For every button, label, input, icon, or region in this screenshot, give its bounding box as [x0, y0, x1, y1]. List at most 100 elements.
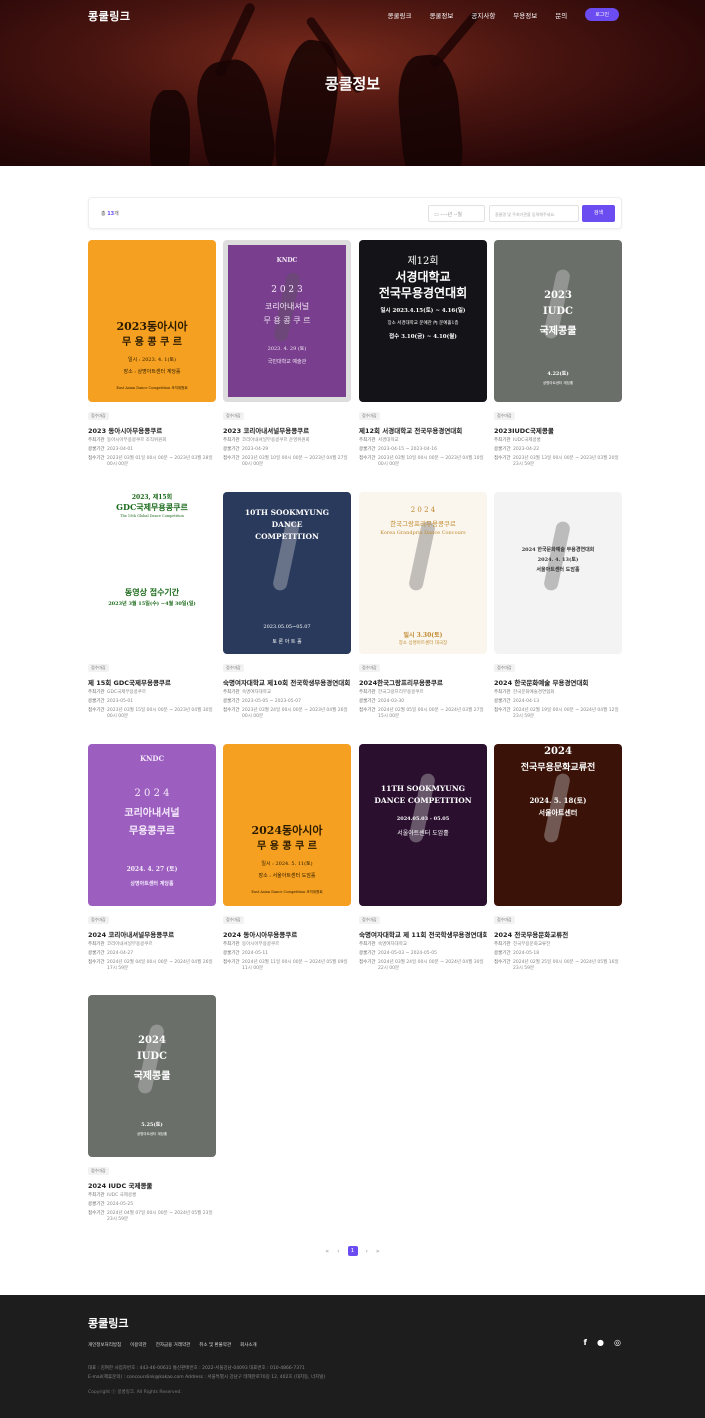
concours-card[interactable]: 2 0 2 4 한국그랑프리무용콩쿠르 Korea Grandprix Dance … — [359, 492, 487, 720]
info-label: 접수기간 — [359, 960, 376, 965]
instagram-icon[interactable]: ◎ — [614, 1338, 621, 1347]
first-page-button[interactable]: « — [325, 1248, 329, 1255]
concours-card[interactable]: 2023동아시아 무 용 콩 쿠 르 일시 : 2023. 4. 1(토) 장소 : … — [88, 240, 216, 468]
concours-card[interactable]: 2023, 제15회 GDC국제무용콩쿠르 The 15th Global Danc… — [88, 492, 216, 720]
search-button[interactable]: 검색 — [582, 205, 615, 222]
status-badge: 접수마감 — [88, 664, 109, 672]
info-row: 콩쿨기간 2023-04-29 — [223, 447, 351, 453]
menu-item-concours-info[interactable]: 콩쿨정보 — [429, 10, 453, 20]
poster-text: 무 용 콩 쿠 르 — [263, 316, 311, 325]
info-value: 동아시아무용콩쿠르 조직위원회 — [107, 438, 167, 443]
concours-poster[interactable]: 10TH SOOKMYUNG DANCE COMPETITION 2023.05.05… — [223, 492, 351, 654]
chat-icon[interactable]: ● — [597, 1338, 604, 1347]
info-value: 한국그랑프리무용콩쿠르 — [378, 690, 424, 695]
concours-poster[interactable]: 2024 한국문화예술 무용경연대회 2024. 4. 13(토) 서울아트센터 도… — [494, 492, 622, 654]
info-value: 2024년 02월 25일 00시 00분 ~ 2024년 05월 16일 23… — [513, 960, 619, 971]
concours-title[interactable]: 2024 IUDC 국제콩쿨 — [88, 1180, 216, 1190]
concours-title[interactable]: 2024 전국무용문화교류전 — [494, 929, 622, 939]
info-row: 주최기관 동아시아무용콩쿠르 — [223, 942, 351, 948]
concours-card[interactable]: 10TH SOOKMYUNG DANCE COMPETITION 2023.05.05… — [223, 492, 351, 720]
concours-card[interactable]: 2024 IUDC 국제콩쿨 5.25(토) 상명아트센터 계당홀 접수마감 2024 IU… — [88, 995, 216, 1223]
info-label: 주최기관 — [494, 690, 511, 695]
info-label: 콩쿨기간 — [359, 951, 376, 956]
next-page-button[interactable]: › — [366, 1248, 368, 1255]
concours-title[interactable]: 숙명여자대학교 제 11회 전국학생무용경연대회 — [359, 929, 487, 939]
concours-poster[interactable]: 2023 IUDC 국제콩쿨 4.22(토) 상명아트센터 계당홀 — [494, 240, 622, 402]
concours-title[interactable]: 2024 한국문화예술 무용경연대회 — [494, 677, 622, 687]
concours-title[interactable]: 2023 코리아내셔널무용콩쿠르 — [223, 425, 351, 435]
search-input[interactable]: 콩쿨명 및 주최기관을 입력해주세요. — [489, 205, 579, 222]
concours-title[interactable]: 2023 동아시아무용콩쿠르 — [88, 425, 216, 435]
concours-card[interactable]: 2024 전국무용문화교류전 2024. 5. 18(토) 서울아트센터 접수마감 202… — [494, 744, 622, 972]
concours-title[interactable]: 제12회 서경대학교 전국무용경연대회 — [359, 425, 487, 435]
poster-text: IUDC — [542, 306, 574, 317]
info-row: 주최기관 한국문화예술경연협회 — [494, 690, 622, 696]
concours-title[interactable]: 2023IUDC국제콩쿨 — [494, 425, 622, 435]
concours-poster[interactable]: 11TH SOOKMYUNG DANCE COMPETITION 2024.05.0… — [359, 744, 487, 906]
menu-item-concourslink[interactable]: 콩쿨링크 — [388, 10, 412, 20]
pagination: « ‹ 1 › » — [0, 1246, 705, 1256]
info-label: 접수기간 — [359, 708, 376, 713]
info-label: 콩쿨기간 — [88, 951, 105, 956]
concours-card[interactable]: 제12회 서경대학교 전국무용경연대회 일시 2023.4.15(토) ~ 4.16(… — [359, 240, 487, 468]
concours-card[interactable]: KNDC 2 0 2 3 코리아내셔널 무 용 콩 쿠 르 2023. 4. 29 (토… — [223, 240, 351, 468]
facebook-icon[interactable]: f — [584, 1338, 587, 1347]
concours-card[interactable]: 2024동아시아 무 용 콩 쿠 르 일시 : 2024. 5. 11(토) 장소 :… — [223, 744, 351, 972]
info-row: 접수기간 2024년 03월 11일 00시 00분 ~ 2024년 05월 09… — [223, 960, 351, 972]
info-value: 2024년 03월 11일 00시 00분 ~ 2024년 05월 09일 11… — [242, 960, 348, 971]
concours-poster[interactable]: 2023동아시아 무 용 콩 쿠 르 일시 : 2023. 4. 1(토) 장소 : … — [88, 240, 216, 402]
menu-item-dance-info[interactable]: 무용정보 — [513, 10, 537, 20]
concours-card[interactable]: 2023 IUDC 국제콩쿨 4.22(토) 상명아트센터 계당홀 접수마감 2023IUD… — [494, 240, 622, 468]
info-label: 주최기관 — [223, 438, 240, 443]
info-row: 접수기간 2024년 04월 07일 00시 00분 ~ 2024년 05월 23… — [88, 1211, 216, 1223]
menu-item-inquiry[interactable]: 문의 — [555, 10, 567, 20]
concours-poster[interactable]: 2024 전국무용문화교류전 2024. 5. 18(토) 서울아트센터 — [494, 744, 622, 906]
concours-poster[interactable]: KNDC 2 0 2 3 코리아내셔널 무 용 콩 쿠 르 2023. 4. 29 (토… — [223, 240, 351, 402]
site-logo[interactable]: 콩쿨링크 — [88, 8, 130, 24]
page-1-button[interactable]: 1 — [347, 1246, 358, 1256]
footer-link-finance-terms[interactable]: 전자금융 거래약관 — [156, 1342, 191, 1348]
poster-text: 서울아트센터 — [538, 808, 578, 817]
info-label: 콩쿨기간 — [223, 699, 240, 704]
copyright: Copyright ⓒ 콩쿨링크. All Rights Reserved. — [88, 1390, 182, 1395]
info-row: 콩쿨기간 2024-05-18 — [494, 951, 622, 957]
concours-poster[interactable]: 2024 IUDC 국제콩쿨 5.25(토) 상명아트센터 계당홀 — [88, 995, 216, 1157]
poster-text: 장소 : 상명아트센터 계당홀 — [123, 369, 181, 375]
concours-poster[interactable]: 2023, 제15회 GDC국제무용콩쿠르 The 15th Global Danc… — [88, 492, 216, 654]
poster-text: 2024 — [544, 746, 572, 757]
poster-text: Korea Grandprix Dance Concours — [380, 530, 466, 536]
info-row: 주최기관 한국그랑프리무용콩쿠르 — [359, 690, 487, 696]
poster-text: 서울아트센터 도암홀 — [536, 567, 580, 573]
concours-poster[interactable]: 제12회 서경대학교 전국무용경연대회 일시 2023.4.15(토) ~ 4.16(… — [359, 240, 487, 402]
month-picker[interactable]: ▭ ----년 --월 — [428, 205, 485, 222]
login-button[interactable]: 로그인 — [585, 8, 619, 21]
info-value: 2024-05-03 ~ 2024-05-05 — [378, 951, 437, 956]
poster-text: 서경대학교 — [395, 270, 451, 284]
footer-link-refund[interactable]: 취소 및 환불약관 — [199, 1342, 231, 1348]
prev-page-button[interactable]: ‹ — [337, 1248, 339, 1255]
concours-card[interactable]: KNDC 2 0 2 4 코리아내셔널 무용콩쿠르 2024. 4. 27 (토) 상명아… — [88, 744, 216, 972]
poster-text: 2024.05.03 - 05.05 — [396, 816, 450, 822]
concours-poster[interactable]: KNDC 2 0 2 4 코리아내셔널 무용콩쿠르 2024. 4. 27 (토) 상명아… — [88, 744, 216, 906]
footer-logo: 콩쿨링크 — [88, 1317, 129, 1330]
concours-title[interactable]: 제 15회 GDC국제무용콩쿠르 — [88, 677, 216, 687]
footer-link-privacy[interactable]: 개인정보처리방침 — [88, 1342, 121, 1348]
concours-title[interactable]: 2024 동아시아무용콩쿠르 — [223, 929, 351, 939]
poster-text: 장소 : 서울아트센터 도암홀 — [258, 873, 316, 879]
footer-link-terms[interactable]: 이용약관 — [130, 1342, 147, 1348]
concours-poster[interactable]: 2024동아시아 무 용 콩 쿠 르 일시 : 2024. 5. 11(토) 장소 :… — [223, 744, 351, 906]
total-prefix: 총 — [101, 211, 106, 217]
info-value: 2024-05-25 — [107, 1202, 134, 1207]
footer-link-about[interactable]: 회사소개 — [240, 1342, 257, 1348]
concours-card[interactable]: 11TH SOOKMYUNG DANCE COMPETITION 2024.05.0… — [359, 744, 487, 972]
concours-card[interactable]: 2024 한국문화예술 무용경연대회 2024. 4. 13(토) 서울아트센터 도… — [494, 492, 622, 720]
concours-title[interactable]: 2024 코리아내셔널무용콩쿠르 — [88, 929, 216, 939]
concours-title[interactable]: 2024한국그랑프리무용콩쿠르 — [359, 677, 487, 687]
poster-text: GDC국제무용콩쿠르 — [116, 502, 188, 512]
social-links: f ● ◎ — [584, 1338, 621, 1347]
concours-poster[interactable]: 2 0 2 4 한국그랑프리무용콩쿠르 Korea Grandprix Dance … — [359, 492, 487, 654]
concours-title[interactable]: 숙명여자대학교 제10회 전국학생무용경연대회 — [223, 677, 351, 687]
menu-item-notice[interactable]: 공지사항 — [471, 10, 495, 20]
last-page-button[interactable]: » — [376, 1248, 380, 1255]
status-badge: 접수마감 — [88, 916, 109, 924]
